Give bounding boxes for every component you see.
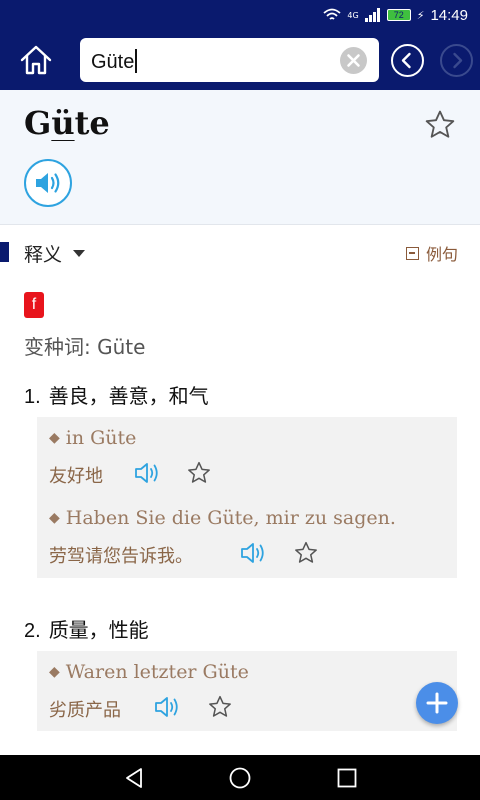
forward-button[interactable] [440, 44, 473, 77]
star-icon [295, 541, 317, 563]
chevron-down-icon[interactable] [73, 250, 85, 257]
app-header: Güte [0, 30, 480, 90]
status-bar: 4G 72 ⚡ 14:49 [0, 0, 480, 30]
speaker-icon [36, 173, 60, 193]
gender-badge: f [24, 292, 44, 318]
home-button[interactable] [18, 43, 54, 77]
diamond-bullet-icon: ◆ [49, 510, 60, 526]
charging-icon: ⚡ [416, 8, 425, 22]
section-marker [0, 242, 9, 262]
network-type-label: 4G [347, 10, 359, 20]
example-speaker-button[interactable] [154, 694, 184, 720]
example-favorite-button[interactable] [207, 694, 233, 720]
search-input[interactable]: Güte [80, 38, 379, 82]
sense-1: 1. 善良，善意，和气 [24, 380, 209, 409]
sense-meaning: 善良，善意，和气 [48, 384, 209, 408]
sense-2: 2. 质量，性能 [24, 614, 149, 643]
status-icons: 4G 72 ⚡ 14:49 [323, 5, 468, 25]
add-button[interactable] [416, 682, 458, 724]
example-speaker-button[interactable] [240, 540, 270, 566]
text-cursor [135, 49, 138, 73]
example-toggle-label: 例句 [425, 245, 458, 264]
example-speaker-button[interactable] [134, 460, 164, 486]
star-icon [209, 695, 231, 717]
speaker-icon [155, 697, 178, 717]
stress-mark: ü [51, 104, 75, 142]
sense-number: 1. [24, 386, 41, 408]
favorite-button[interactable] [423, 108, 457, 142]
example-sentence[interactable]: ◆ in Güte [49, 427, 136, 449]
nav-recents-button[interactable] [336, 767, 358, 789]
speaker-icon [241, 543, 264, 563]
word-header: Güte [0, 90, 480, 225]
nav-home-icon [229, 767, 251, 789]
system-nav-bar [0, 755, 480, 800]
example-toggle-button[interactable]: 例句 [405, 241, 458, 265]
sense-meaning: 质量，性能 [48, 618, 149, 642]
minus-box-icon [405, 246, 419, 260]
examples-box: ◆ in Güte 友好地 ◆ Haben Sie die Güte, mir zu… [37, 417, 457, 578]
nav-home-button[interactable] [229, 767, 251, 789]
example-translation: 劳驾请您告诉我。 [49, 546, 193, 567]
sense-number: 2. [24, 620, 41, 642]
plus-icon [426, 692, 448, 714]
back-arrow-icon [401, 52, 411, 69]
definition-section-header: 释义 例句 [0, 240, 480, 267]
examples-box: ◆ Waren letzter Güte 劣质产品 [37, 651, 457, 731]
star-icon [188, 461, 210, 483]
home-icon [20, 45, 52, 75]
section-title[interactable]: 释义 [24, 240, 62, 267]
back-button[interactable] [391, 44, 424, 77]
status-time: 14:49 [430, 6, 468, 24]
diamond-bullet-icon: ◆ [49, 664, 60, 680]
variant-text: 变种词: Güte [24, 335, 146, 359]
star-icon [425, 110, 455, 138]
nav-recents-icon [337, 768, 357, 788]
diamond-bullet-icon: ◆ [49, 430, 60, 446]
clear-button[interactable] [340, 47, 367, 74]
search-input-value: Güte [91, 49, 138, 74]
forward-arrow-icon [453, 52, 463, 69]
headword: Güte [24, 104, 110, 142]
pronounce-button[interactable] [24, 159, 72, 207]
example-favorite-button[interactable] [293, 540, 319, 566]
battery-icon: 72 [386, 9, 411, 21]
clear-icon [347, 54, 360, 67]
signal-icon [364, 8, 380, 22]
example-sentence[interactable]: ◆ Waren letzter Güte [49, 661, 249, 683]
example-favorite-button[interactable] [186, 460, 212, 486]
nav-back-icon [126, 768, 142, 788]
wifi-icon [323, 8, 342, 20]
example-translation: 劣质产品 [49, 700, 121, 721]
example-translation: 友好地 [49, 466, 103, 487]
speaker-icon [135, 463, 158, 483]
nav-back-button[interactable] [123, 767, 145, 789]
example-sentence[interactable]: ◆ Haben Sie die Güte, mir zu sagen. [49, 507, 396, 529]
